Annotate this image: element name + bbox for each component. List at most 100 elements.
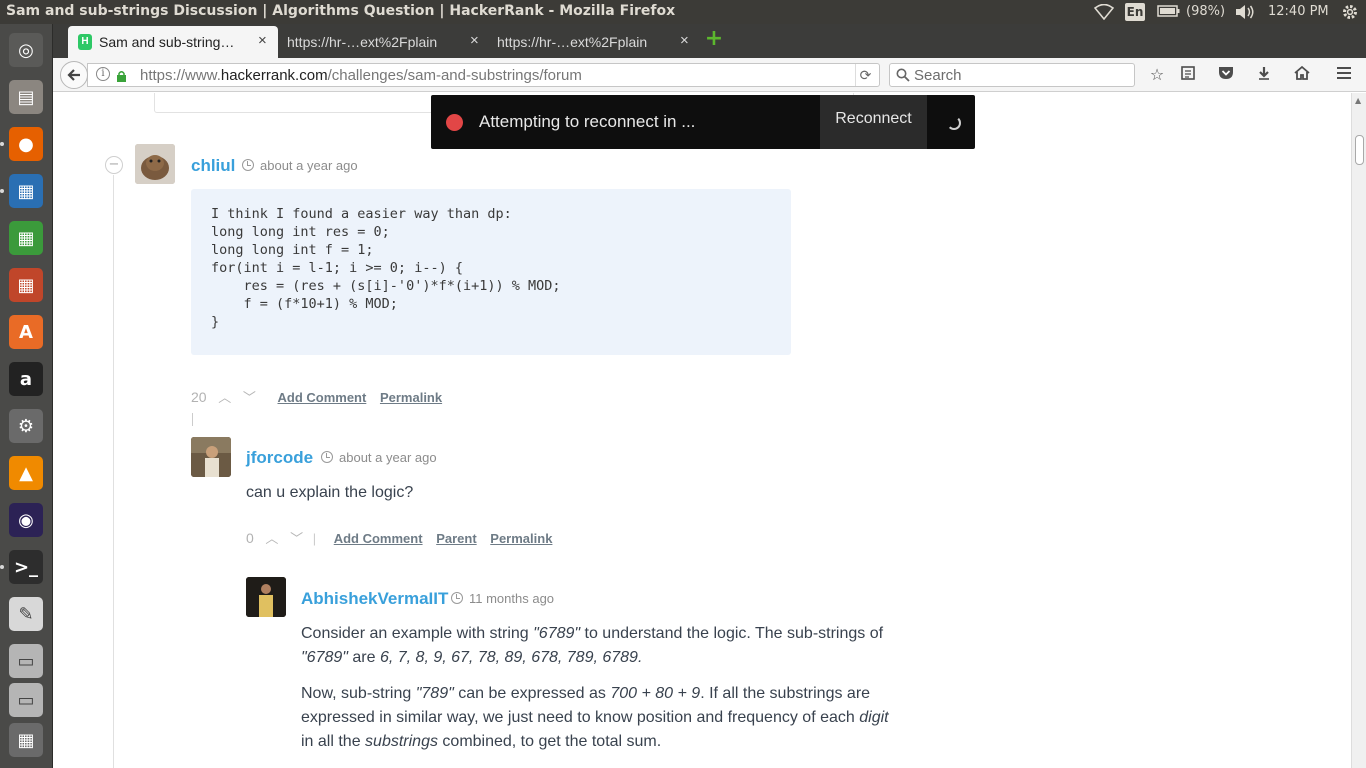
- page-scrollbar[interactable]: ▲: [1351, 93, 1366, 768]
- libreoffice-calc-launcher-button[interactable]: ▦: [5, 217, 47, 259]
- downvote-icon[interactable]: ﹀: [290, 531, 303, 546]
- launcher: ◎ ▤ ● ▦ ▦ ▦ Aa ⚙ ▲ ◉ >_ ✎ ▭ ▭ ▦: [0, 24, 53, 768]
- tab-plain-2[interactable]: https://hr-…ext%2Fplain ×: [490, 26, 700, 58]
- comment-author[interactable]: chliul: [191, 156, 235, 176]
- libreoffice-writer-launcher-button[interactable]: ▦: [5, 170, 47, 212]
- running-indicator: [0, 142, 4, 146]
- comment-author[interactable]: AbhishekVermaIIT: [301, 589, 448, 609]
- workspace-switcher-icon: ▦: [9, 723, 43, 757]
- avatar[interactable]: [191, 437, 231, 477]
- close-icon[interactable]: ×: [258, 32, 267, 49]
- divider: [192, 413, 193, 426]
- reload-icon[interactable]: ⟳: [855, 64, 875, 86]
- drive-icon: ▭: [9, 644, 43, 678]
- tab-label: Sam and sub-string…: [99, 34, 235, 50]
- comment-timestamp[interactable]: about a year ago: [242, 158, 358, 173]
- add-comment-link[interactable]: Add Comment: [277, 390, 366, 405]
- ubuntu-dash-launcher-button[interactable]: ◎: [5, 29, 47, 71]
- reconnect-button[interactable]: Reconnect: [820, 95, 927, 149]
- avatar[interactable]: [135, 144, 175, 184]
- comment-timestamp[interactable]: 11 months ago: [451, 591, 554, 606]
- eclipse-launcher-button[interactable]: ◉: [5, 499, 47, 541]
- upvote-icon[interactable]: ︿: [218, 390, 231, 405]
- close-icon[interactable]: ×: [680, 32, 689, 49]
- menu-icon[interactable]: [1334, 65, 1354, 85]
- comment-author[interactable]: jforcode: [246, 448, 313, 468]
- software-center-launcher-button[interactable]: A: [5, 311, 47, 353]
- lock-icon[interactable]: [116, 69, 126, 82]
- text-editor-launcher-button[interactable]: ✎: [5, 593, 47, 635]
- url-text[interactable]: https://www.hackerrank.com/challenges/sa…: [140, 67, 582, 84]
- reconnect-message: Attempting to reconnect in ...: [479, 112, 696, 131]
- tab-sam-and-substrings[interactable]: H Sam and sub-string… ×: [68, 26, 278, 58]
- firefox-launcher-button[interactable]: ●: [5, 123, 47, 165]
- vlc-icon: ▲: [9, 456, 43, 490]
- comment-actions: 0 ︿ ﹀ | Add Comment Parent Permalink: [246, 528, 562, 547]
- search-icon: [896, 68, 910, 87]
- bookmark-star-icon[interactable]: ☆: [1147, 65, 1167, 85]
- home-icon[interactable]: [1292, 65, 1312, 85]
- battery-icon[interactable]: [1157, 4, 1181, 22]
- system-settings-icon: ⚙: [9, 409, 43, 443]
- new-tab-button[interactable]: +: [703, 28, 725, 50]
- reconnect-banner: Attempting to reconnect in ... Reconnect: [431, 95, 975, 149]
- url-bar[interactable]: i https://www.hackerrank.com/challenges/…: [87, 63, 880, 87]
- navigation-toolbar: i https://www.hackerrank.com/challenges/…: [53, 58, 1366, 92]
- clock-icon: [242, 159, 254, 171]
- files-launcher-button[interactable]: ▤: [5, 76, 47, 118]
- scroll-up-icon[interactable]: ▲: [1355, 96, 1361, 105]
- close-icon[interactable]: ×: [470, 32, 479, 49]
- avatar[interactable]: [246, 577, 286, 617]
- amazon-icon: a: [9, 362, 43, 396]
- text-editor-icon: ✎: [9, 597, 43, 631]
- thread-line: [113, 175, 114, 768]
- libreoffice-writer-icon: ▦: [9, 174, 43, 208]
- vlc-launcher-button[interactable]: ▲: [5, 452, 47, 494]
- clock[interactable]: 12:40 PM: [1268, 4, 1329, 22]
- tab-plain-1[interactable]: https://hr-…ext%2Fplain ×: [280, 26, 490, 58]
- reading-list-icon[interactable]: [1178, 65, 1198, 85]
- search-placeholder: Search: [914, 67, 962, 84]
- wifi-icon[interactable]: [1093, 3, 1115, 22]
- upvote-icon[interactable]: ︿: [265, 531, 278, 546]
- vote-count: 0: [246, 530, 254, 546]
- parent-link[interactable]: Parent: [436, 531, 476, 546]
- permalink-link[interactable]: Permalink: [490, 531, 552, 546]
- download-icon[interactable]: [1254, 65, 1274, 85]
- keyboard-language-indicator[interactable]: En: [1125, 3, 1145, 21]
- info-icon[interactable]: i: [96, 67, 110, 81]
- window-title: Sam and sub-strings Discussion | Algorit…: [6, 3, 676, 19]
- downvote-icon[interactable]: ﹀: [243, 390, 256, 405]
- files-icon: ▤: [9, 80, 43, 114]
- comment-text: can u explain the logic?: [246, 484, 414, 501]
- comment-paragraph: Now, sub-string "789" can be expressed a…: [301, 685, 889, 750]
- drive-launcher-button[interactable]: ▭: [5, 640, 47, 682]
- vote-count: 20: [191, 389, 207, 405]
- add-comment-link[interactable]: Add Comment: [334, 531, 423, 546]
- system-settings-launcher-button[interactable]: ⚙: [5, 405, 47, 447]
- permalink-link[interactable]: Permalink: [380, 390, 442, 405]
- workspace-switcher-launcher-button[interactable]: ▦: [5, 719, 47, 761]
- back-button[interactable]: [60, 61, 88, 89]
- search-field[interactable]: Search: [889, 63, 1135, 87]
- collapse-thread-button[interactable]: −: [105, 156, 123, 174]
- pocket-icon[interactable]: [1216, 65, 1236, 85]
- gear-icon[interactable]: [1341, 3, 1359, 21]
- comment-timestamp[interactable]: about a year ago: [321, 450, 437, 465]
- libreoffice-impress-launcher-button[interactable]: ▦: [5, 264, 47, 306]
- volume-icon[interactable]: [1234, 4, 1256, 22]
- tab-bar: H Sam and sub-string… × https://hr-…ext%…: [53, 24, 1366, 58]
- libreoffice-calc-icon: ▦: [9, 221, 43, 255]
- clock-icon: [321, 451, 333, 463]
- back-arrow-icon: [67, 69, 80, 81]
- drive-2-icon: ▭: [9, 683, 43, 717]
- comment-actions: 20 ︿ ﹀ Add Comment Permalink: [191, 387, 452, 406]
- software-center-icon: A: [9, 315, 43, 349]
- tab-label: https://hr-…ext%2Fplain: [497, 34, 648, 50]
- page-content: − chliul about a year ago I think I foun…: [54, 93, 1351, 768]
- top-panel: Sam and sub-strings Discussion | Algorit…: [0, 0, 1366, 24]
- scroll-thumb[interactable]: [1355, 135, 1364, 165]
- amazon-launcher-button[interactable]: a: [5, 358, 47, 400]
- drive-2-launcher-button[interactable]: ▭: [5, 679, 47, 721]
- terminal-launcher-button[interactable]: >_: [5, 546, 47, 588]
